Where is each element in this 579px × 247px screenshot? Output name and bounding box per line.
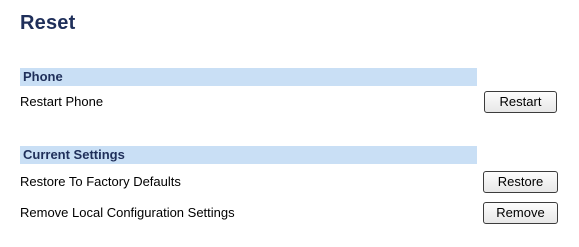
restore-factory-defaults-label: Restore To Factory Defaults xyxy=(20,174,181,189)
section-header-phone: Phone xyxy=(20,68,477,86)
restart-button[interactable]: Restart xyxy=(484,91,557,113)
restart-phone-label: Restart Phone xyxy=(20,94,104,109)
restore-button[interactable]: Restore xyxy=(483,171,558,193)
page-title: Reset xyxy=(20,12,76,34)
remove-button[interactable]: Remove xyxy=(483,202,558,224)
remove-local-configuration-label: Remove Local Configuration Settings xyxy=(20,205,235,220)
section-header-current-settings: Current Settings xyxy=(20,146,477,164)
